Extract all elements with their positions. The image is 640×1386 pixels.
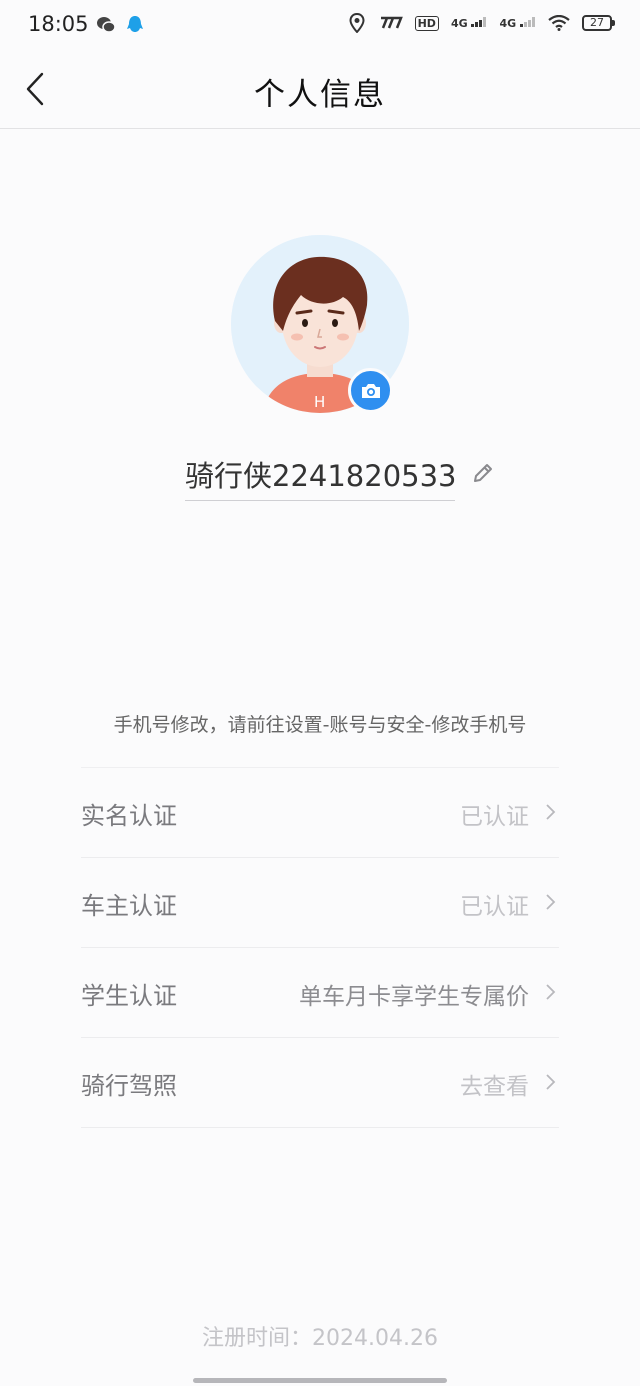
speed-icon xyxy=(380,16,403,29)
pencil-icon xyxy=(474,464,492,482)
battery-icon: 27 xyxy=(582,15,615,31)
hd-badge: HD xyxy=(414,15,439,31)
avatar-section: H xyxy=(231,235,409,413)
nickname-field[interactable]: 骑行侠2241820533 xyxy=(185,448,457,501)
network-badge-1: 4G xyxy=(451,16,488,30)
row-value: 已认证 xyxy=(460,894,529,920)
row-label: 骑行驾照 xyxy=(81,1072,177,1100)
change-avatar-button[interactable] xyxy=(348,368,393,413)
verification-list: 实名认证 已认证 车主认证 已认证 学生认证 单车月卡享学生专属价 骑行驾照 去… xyxy=(81,767,559,1128)
network-badge-2: 4G xyxy=(499,16,536,30)
page-title: 个人信息 xyxy=(254,77,386,113)
row-label: 车主认证 xyxy=(81,892,177,920)
list-item-real-name[interactable]: 实名认证 已认证 xyxy=(81,768,559,858)
signal-icon xyxy=(520,16,535,27)
home-indicator[interactable] xyxy=(193,1378,447,1383)
list-item-riding-license[interactable]: 骑行驾照 去查看 xyxy=(81,1038,559,1128)
wechat-icon xyxy=(97,17,116,33)
row-label: 实名认证 xyxy=(81,802,177,830)
list-item-student[interactable]: 学生认证 单车月卡享学生专属价 xyxy=(81,948,559,1038)
chevron-right-icon xyxy=(546,984,556,1000)
signal-icon xyxy=(471,16,487,27)
status-time: 18:05 xyxy=(28,12,89,36)
row-label: 学生认证 xyxy=(81,982,177,1010)
wifi-icon xyxy=(548,15,570,31)
chevron-right-icon xyxy=(546,1074,556,1090)
register-time: 注册时间：2024.04.26 xyxy=(202,1326,438,1351)
row-value: 已认证 xyxy=(460,804,529,830)
edit-nickname-button[interactable] xyxy=(470,460,496,486)
camera-icon xyxy=(361,383,380,398)
qq-icon xyxy=(127,16,143,32)
avatar-shirt-letter: H xyxy=(314,393,325,411)
chevron-right-icon xyxy=(546,804,556,820)
row-value: 单车月卡享学生专属价 xyxy=(299,984,529,1010)
chevron-right-icon xyxy=(546,894,556,910)
location-icon xyxy=(349,13,365,33)
status-bar: 18:05 HD 4G 4G 27 xyxy=(0,0,640,50)
nickname: 骑行侠2241820533 xyxy=(185,459,457,493)
row-value: 去查看 xyxy=(460,1074,529,1100)
nav-bar: 个人信息 xyxy=(0,50,640,129)
phone-change-hint: 手机号修改，请前往设置-账号与安全-修改手机号 xyxy=(113,714,527,736)
list-item-owner[interactable]: 车主认证 已认证 xyxy=(81,858,559,948)
